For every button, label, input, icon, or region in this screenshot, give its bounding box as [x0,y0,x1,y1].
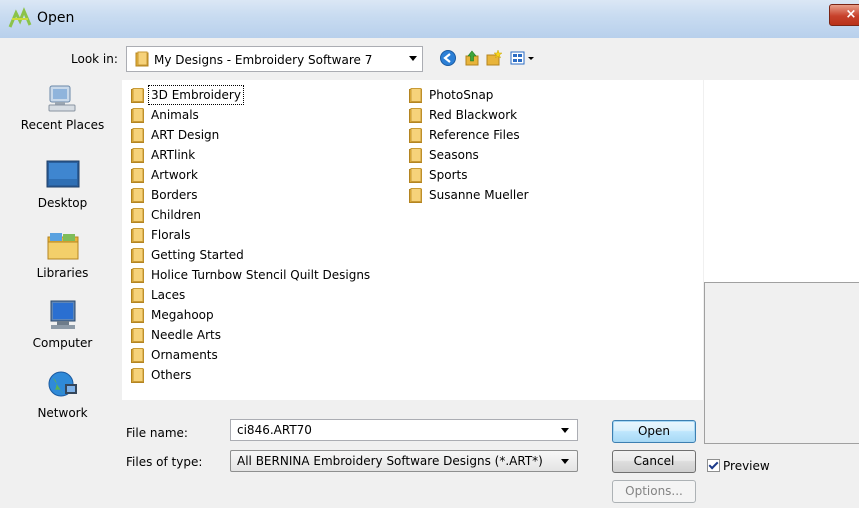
place-label: Desktop [37,196,88,210]
folder-label: PhotoSnap [429,88,494,102]
place-network[interactable]: Network [10,368,115,420]
folder-icon [131,288,144,303]
folder-icon [131,88,144,103]
look-in-label: Look in: [71,52,118,66]
folder-icon [131,248,144,263]
file-type-label: Files of type: [126,455,203,469]
recent-places-icon [48,85,75,112]
folder-label: Needle Arts [151,328,221,342]
folder-icon [131,148,144,163]
chevron-down-icon[interactable] [561,428,569,433]
place-label: Libraries [36,266,89,280]
folder-label: Seasons [429,148,479,162]
folder-label: Holice Turnbow Stencil Quilt Designs [151,268,371,282]
folder-icon [131,208,144,223]
folder-label: Susanne Mueller [429,188,529,202]
file-name-combo[interactable]: ci846.ART70 [230,419,578,441]
computer-icon [50,300,75,329]
look-in-value: My Designs - Embroidery Software 7 [154,53,373,67]
preview-pane [704,282,859,444]
title-bar: Open × [0,0,859,39]
folder-label: ARTlink [151,148,196,162]
preview-background [704,80,859,282]
file-name-label: File name: [126,426,188,440]
folder-icon [409,188,422,203]
place-desktop[interactable]: Desktop [10,158,115,210]
folder-icon [131,368,144,383]
folder-label: Megahoop [151,308,214,322]
place-label: Network [37,406,88,420]
folder-icon [131,108,144,123]
folder-label: Artwork [151,168,198,182]
folder-label: Red Blackwork [429,108,518,122]
open-button[interactable]: Open [612,420,696,443]
app-logo-icon [8,7,32,28]
network-icon [48,371,77,397]
place-libraries[interactable]: Libraries [10,228,115,280]
window-title: Open [37,10,75,26]
close-icon: × [845,7,857,22]
folder-label: Children [151,208,201,222]
file-type-value: All BERNINA Embroidery Software Designs … [237,454,543,468]
cancel-button[interactable]: Cancel [612,450,696,473]
places-bar: Recent Places Desktop Libraries Computer… [10,80,115,460]
folder-label: Laces [151,288,186,302]
folder-label: Getting Started [151,248,244,262]
back-icon[interactable] [440,50,456,66]
folder-icon [131,348,144,363]
preview-label: Preview [723,458,770,473]
new-folder-icon[interactable] [486,50,502,66]
folder-label: Others [151,368,192,382]
folder-icon [131,128,144,143]
view-menu-icon[interactable] [510,50,536,66]
folder-icon [131,268,144,283]
folder-label: Sports [429,168,468,182]
up-folder-icon[interactable] [464,50,480,66]
folder-label: ART Design [151,128,220,142]
folder-label: 3D Embroidery [148,85,244,105]
folder-icon [135,51,149,67]
place-label: Recent Places [20,118,105,132]
place-label: Computer [32,336,93,350]
folder-label: Reference Files [429,128,520,142]
folder-icon [409,148,422,163]
libraries-icon [47,233,78,260]
file-list[interactable]: 3D Embroidery Animals ART Design ARTlink… [122,80,703,400]
look-in-combo[interactable]: My Designs - Embroidery Software 7 [126,46,423,72]
folder-label: Ornaments [151,348,218,362]
chevron-down-icon [561,459,569,464]
folder-icon [409,168,422,183]
checkbox-checked-icon [707,459,720,472]
folder-icon [131,188,144,203]
place-computer[interactable]: Computer [10,298,115,350]
file-name-input[interactable]: ci846.ART70 [237,423,312,437]
place-recent-places[interactable]: Recent Places [10,80,115,132]
folder-icon [409,108,422,123]
preview-checkbox[interactable]: Preview [707,458,770,473]
chevron-down-icon [409,56,417,61]
close-button[interactable]: × [829,4,859,26]
folder-label: Animals [151,108,199,122]
desktop-icon [46,160,79,188]
folder-label: Florals [151,228,191,242]
file-type-select[interactable]: All BERNINA Embroidery Software Designs … [230,450,578,472]
folder-icon [409,88,422,103]
folder-icon [131,308,144,323]
folder-icon [131,168,144,183]
folder-label: Borders [151,188,198,202]
open-dialog: Look in: My Designs - Embroidery Softwar… [0,38,859,508]
folder-icon [409,128,422,143]
folder-icon [131,228,144,243]
options-button[interactable]: Options... [612,480,696,503]
folder-icon [131,328,144,343]
